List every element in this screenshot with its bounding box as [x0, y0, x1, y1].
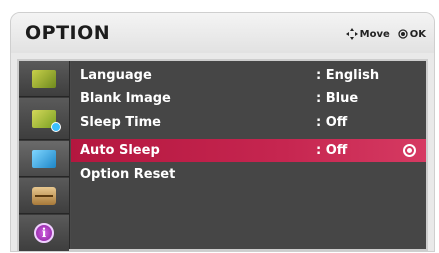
option-list: Language : English Blank Image : Blue Sl… [71, 61, 426, 249]
picture-settings-icon [32, 109, 61, 132]
option-value: : Off [316, 115, 348, 130]
option-row-auto-sleep[interactable]: Auto Sleep : Off [71, 139, 426, 162]
ok-button-icon [398, 29, 408, 39]
menu-body: i Language : English Blank Image : Blue … [17, 59, 428, 251]
ok-hint: OK [398, 29, 426, 40]
screen-icon [32, 149, 56, 168]
sidebar-item-screen[interactable] [19, 141, 69, 177]
option-label: Sleep Time [80, 115, 161, 130]
sidebar-item-option[interactable] [19, 178, 69, 214]
info-icon: i [34, 223, 54, 243]
option-value: : English [316, 68, 380, 83]
control-hints: Move OK [345, 28, 426, 40]
move-hint-label: Move [359, 28, 390, 40]
option-label: Auto Sleep [80, 143, 160, 158]
ok-hint-label: OK [409, 28, 426, 40]
sidebar-item-picture-settings[interactable] [19, 98, 69, 140]
option-row-sleep-time[interactable]: Sleep Time : Off [71, 111, 426, 134]
option-value: : Blue [316, 91, 359, 106]
menu-title: OPTION [25, 22, 111, 44]
sidebar-item-picture[interactable] [19, 61, 69, 97]
menu-header: OPTION Move OK [11, 13, 434, 53]
category-sidebar: i [19, 61, 70, 251]
option-value: : Off [316, 143, 348, 158]
option-row-option-reset[interactable]: Option Reset [71, 163, 426, 186]
option-label: Option Reset [80, 167, 176, 182]
move-arrows-icon [345, 28, 358, 40]
sidebar-item-info[interactable]: i [19, 215, 69, 251]
option-menu-panel: OPTION Move OK i Language: English Blan… [10, 12, 435, 252]
option-row-language[interactable]: Language : English [71, 64, 426, 87]
option-row-blank-image[interactable]: Blank Image : Blue [71, 87, 426, 110]
ok-select-icon [403, 144, 416, 157]
option-label: Blank Image [80, 91, 171, 106]
picture-icon [32, 69, 56, 88]
toolbox-icon [32, 186, 56, 205]
move-hint: Move [345, 28, 390, 40]
option-label: Language [80, 68, 152, 83]
